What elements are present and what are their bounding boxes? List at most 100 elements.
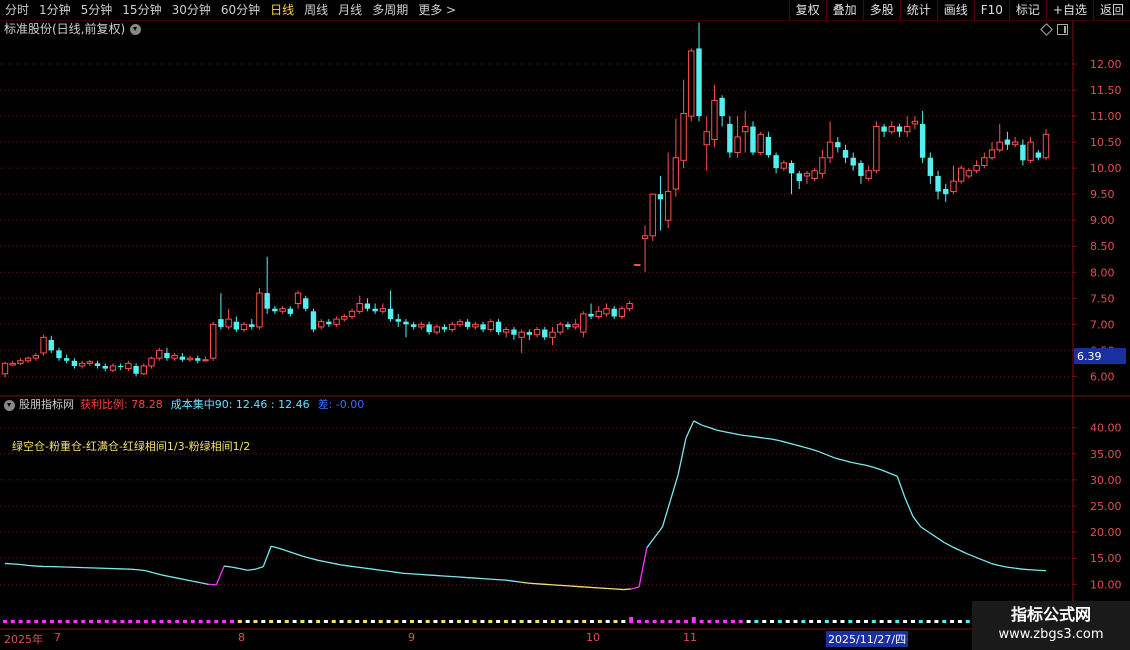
signal-dot <box>378 620 383 623</box>
indicator-line-segment <box>818 451 828 456</box>
candle-body <box>410 324 417 327</box>
candle-body <box>1042 133 1050 159</box>
indicator-line-segment <box>161 574 170 578</box>
candle-body <box>626 303 633 310</box>
price-tick-label: 11.00 <box>1090 110 1122 123</box>
signal-dot <box>175 620 180 623</box>
candle-body <box>1035 152 1041 158</box>
signal-dot <box>253 620 258 623</box>
profit-ratio-label: 获利比例: 78.28 <box>80 398 163 411</box>
indicator-line-segment <box>842 459 851 463</box>
signal-dot <box>856 620 861 623</box>
signal-dot <box>668 620 673 623</box>
candle-body <box>503 329 510 333</box>
indicator-line-segment <box>599 587 608 590</box>
indicator-line-segment <box>4 562 13 565</box>
signal-dot <box>394 620 399 623</box>
candle-body <box>441 326 448 330</box>
candle-body <box>356 303 363 312</box>
indicator-line-segment <box>247 568 256 571</box>
candle-body <box>603 308 610 315</box>
candle-body <box>233 321 240 330</box>
candle-body <box>171 355 178 359</box>
indicator-line-segment <box>803 446 812 450</box>
indicator-line-segment <box>1030 569 1039 571</box>
signal-dot <box>503 620 508 623</box>
candle-body <box>688 50 695 117</box>
candle-body <box>310 311 317 330</box>
indicator-line-segment <box>591 586 600 589</box>
signal-dot <box>496 620 501 623</box>
indicator-line-segment <box>943 541 953 548</box>
candle-body <box>256 292 263 328</box>
signal-dot <box>480 620 485 623</box>
indicator-line-segment <box>372 568 381 571</box>
indicator-line-segment <box>184 578 193 582</box>
indicator-line-segment <box>169 575 178 579</box>
price-tick-label: 10.50 <box>1090 136 1122 149</box>
candle-body <box>533 329 541 336</box>
candle-body <box>456 321 464 325</box>
indicator-line-segment <box>451 575 460 578</box>
indicator-line-segment <box>145 570 154 574</box>
indicator-line-segment <box>615 588 624 591</box>
indicator-line-segment <box>787 442 796 446</box>
candle-body <box>202 359 209 362</box>
signal-dot <box>918 620 923 623</box>
signal-dot <box>738 620 743 623</box>
signal-dot <box>10 620 15 623</box>
candle-body <box>565 324 571 327</box>
signal-dot <box>957 620 962 623</box>
indicator-line-segment <box>661 500 671 528</box>
signal-dot <box>198 620 203 623</box>
candle-body <box>63 358 70 361</box>
signal-dot <box>167 620 172 623</box>
candle-body <box>71 360 78 366</box>
candle-body <box>264 293 270 309</box>
indicator-line-segment <box>286 550 295 555</box>
candle-body <box>86 361 94 364</box>
signal-dot <box>699 620 704 623</box>
indicator-line-segment <box>380 569 389 572</box>
candle-body <box>1011 141 1019 146</box>
indicator-line-segment <box>388 570 397 573</box>
candle-body <box>102 365 108 369</box>
indicator-line-segment <box>200 582 209 585</box>
signal-dot <box>817 620 822 623</box>
indicator-line-segment <box>36 565 45 568</box>
signal-dot <box>950 620 955 623</box>
indicator-title-bar: 股朋指标网 获利比例: 78.28 成本集中90: 12.46 : 12.46 … <box>4 398 364 412</box>
indicator-line-segment <box>646 536 656 549</box>
candle-body <box>927 157 934 176</box>
candle-body <box>780 162 788 169</box>
signal-dot <box>112 620 117 623</box>
signal-dot <box>574 620 579 623</box>
signal-dot <box>543 620 548 623</box>
signal-dot <box>746 620 751 623</box>
signal-dot <box>558 620 563 623</box>
indicator-line-segment <box>130 568 139 571</box>
indicator-line-segment <box>208 583 217 586</box>
price-tick-label: 8.50 <box>1090 240 1115 253</box>
signal-dot <box>347 620 352 623</box>
signal-dot <box>65 620 70 623</box>
signal-dot <box>433 620 438 623</box>
signal-dot <box>942 620 947 623</box>
signal-dot <box>386 620 391 623</box>
indicator-line-segment <box>333 562 342 566</box>
indicator-line-segment <box>920 526 929 533</box>
chevron-down-icon[interactable] <box>4 399 15 411</box>
year-label: 2025年 <box>4 633 43 646</box>
candle-body <box>94 363 101 366</box>
candle-body <box>988 149 996 159</box>
cost-concentration-label: 成本集中90: 12.46 : 12.46 <box>170 398 310 411</box>
candle-body <box>696 48 702 117</box>
signal-dot <box>292 620 297 623</box>
signal-dot <box>683 620 688 623</box>
price-tick-label: 10.00 <box>1090 162 1122 175</box>
candle-body <box>395 319 401 322</box>
signal-dot <box>613 620 618 623</box>
indicator-line-segment <box>873 466 882 471</box>
signal-dot <box>120 620 125 623</box>
indicator-line-segment <box>521 581 530 584</box>
